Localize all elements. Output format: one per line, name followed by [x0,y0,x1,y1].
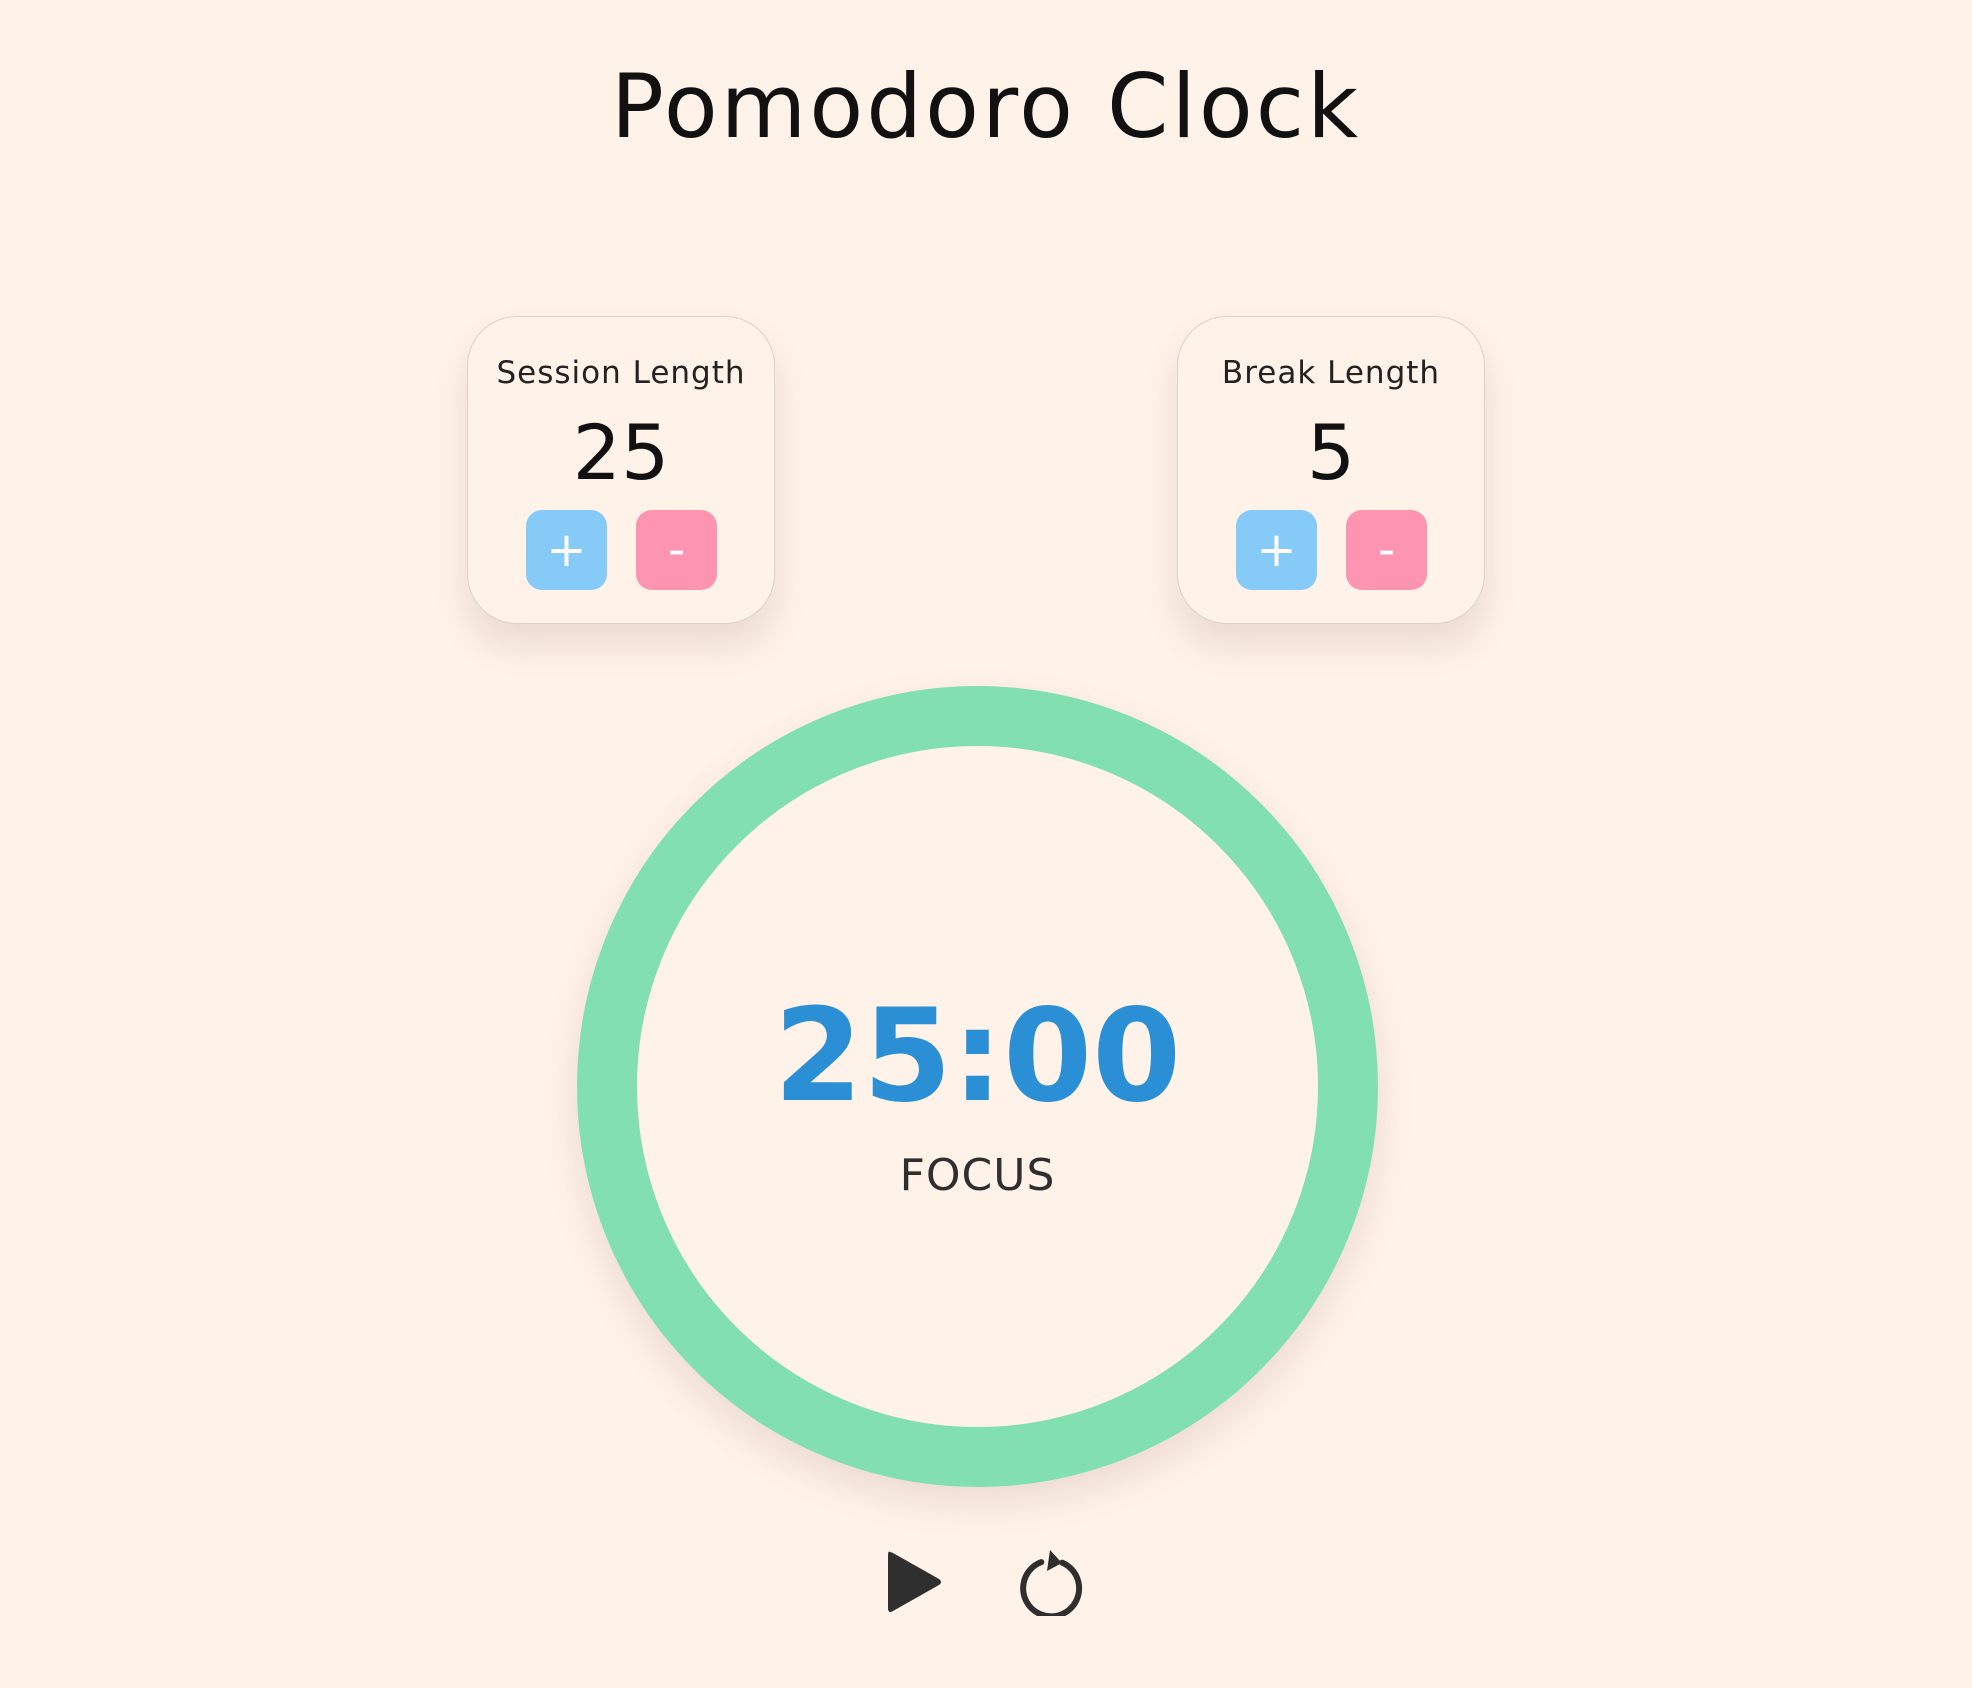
session-length-value: 25 [572,408,670,497]
break-length-label: Break Length [1221,355,1441,391]
break-increment-button[interactable]: + [1236,510,1317,590]
reset-icon [1020,1550,1083,1620]
page-title: Pomodoro Clock [610,55,1362,158]
session-decrement-button[interactable]: - [636,510,717,590]
timer-mode-label: FOCUS [899,1150,1056,1201]
break-length-card: Break Length 5 + - [1177,316,1485,624]
session-increment-button[interactable]: + [526,510,607,590]
play-icon [888,1551,941,1612]
session-length-label: Session Length [496,355,746,391]
reset-button[interactable] [1016,1542,1084,1620]
break-length-value: 5 [1306,408,1356,497]
play-button[interactable] [884,1548,944,1616]
break-decrement-button[interactable]: - [1346,510,1427,590]
timer-display: 25:00 [773,982,1182,1131]
session-length-card: Session Length 25 + - [467,316,775,624]
